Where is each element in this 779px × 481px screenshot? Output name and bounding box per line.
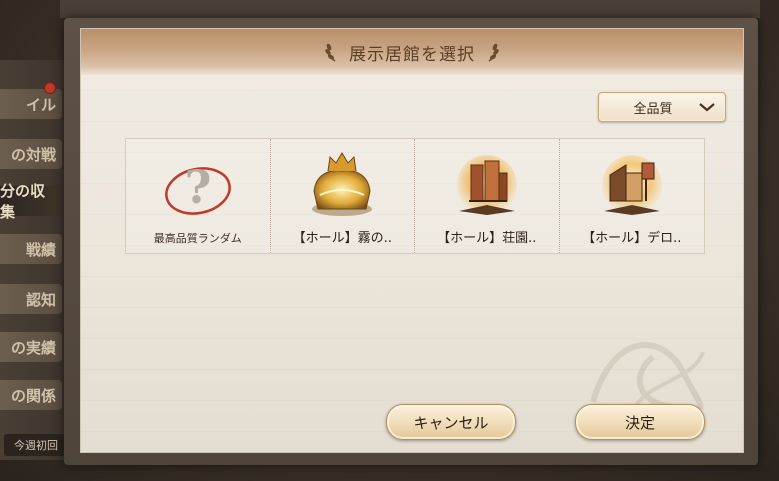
hall-option-label: 【ホール】デロ..	[582, 231, 682, 246]
hall-item-grid: ? 最高品質ランダム 【ホール】霧の.. 【ホール】荘園.. 【ホール】デロ..	[125, 138, 705, 254]
dialog-header: 展示居館を選択	[81, 29, 743, 75]
fog-hall-icon	[312, 152, 373, 216]
laurel-right-icon	[488, 43, 499, 62]
sidebar-item-5: 認知	[0, 284, 62, 314]
quality-filter-value: 全品質	[633, 101, 673, 117]
manor-hall-icon	[456, 155, 517, 215]
dero-hall-icon	[601, 155, 662, 215]
confirm-button[interactable]: 決定	[575, 404, 705, 440]
hall-option-label: 【ホール】霧の..	[292, 231, 392, 246]
sidebar-item-1: イル	[0, 89, 62, 119]
select-hall-dialog: 展示居館を選択 全品質 ? 最高品質ランダム 【ホール】霧の.. 【ホール】荘園…	[80, 28, 744, 453]
hall-option-label: 【ホール】荘園..	[437, 231, 537, 246]
dialog-title: 展示居館を選択	[349, 44, 475, 65]
quality-filter-dropdown[interactable]: 全品質	[598, 92, 726, 122]
sidebar-item-4: 戦績	[0, 234, 62, 264]
laurel-left-icon	[325, 43, 336, 62]
hall-option-random[interactable]: ? 最高品質ランダム	[126, 139, 271, 253]
sidebar-bottom-label: 今週初回	[4, 434, 68, 456]
cancel-button[interactable]: キャンセル	[386, 404, 516, 440]
sidebar-item-7: の関係	[0, 380, 62, 410]
hall-option-manor[interactable]: 【ホール】荘園..	[415, 139, 560, 253]
hall-option-label: 最高品質ランダム	[153, 232, 242, 245]
notification-dot	[44, 82, 56, 94]
sidebar-item-6: の実績	[0, 332, 62, 362]
hall-option-fog[interactable]: 【ホール】霧の..	[271, 139, 415, 253]
chevron-down-icon	[699, 103, 715, 112]
sidebar-item-2: の対戦	[0, 139, 62, 169]
hall-option-dero[interactable]: 【ホール】デロ..	[560, 139, 705, 253]
random-question-icon: ?	[164, 160, 231, 215]
svg-text:?: ?	[184, 160, 211, 214]
sidebar-item-3: 分の収集	[0, 182, 62, 221]
background-top-bar	[60, 0, 760, 18]
